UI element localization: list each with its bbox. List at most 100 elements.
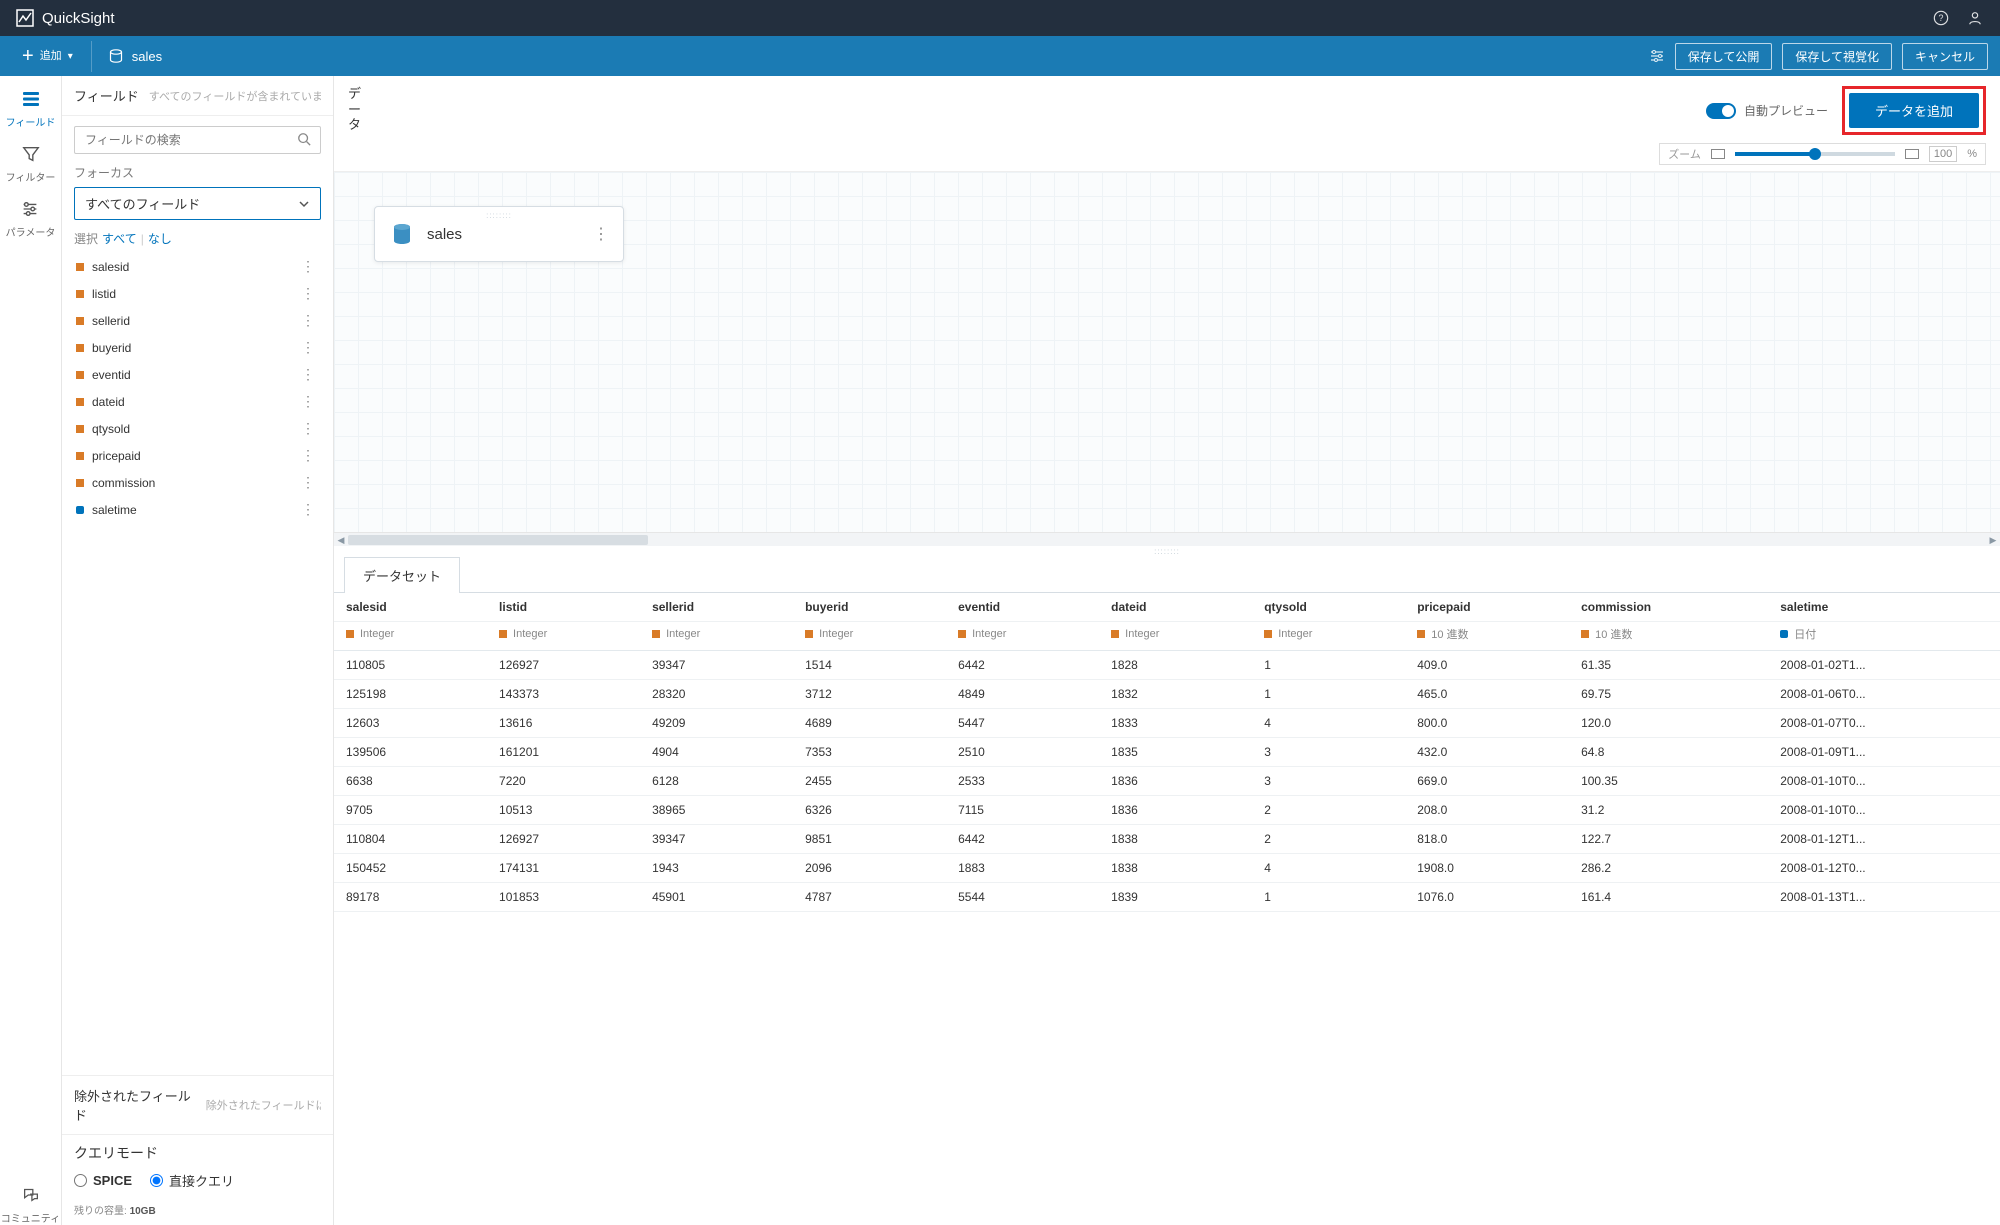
- save-publish-button[interactable]: 保存して公開: [1675, 43, 1773, 70]
- column-type: Integer: [334, 622, 487, 651]
- field-item[interactable]: pricepaid⋮: [68, 442, 327, 469]
- auto-preview-toggle[interactable]: [1706, 103, 1736, 119]
- hash-type-icon: [76, 263, 84, 271]
- field-search-input[interactable]: [74, 126, 321, 154]
- focus-select[interactable]: すべてのフィールド: [74, 187, 321, 220]
- field-item[interactable]: qtysold⋮: [68, 415, 327, 442]
- add-menu-button[interactable]: + 追加 ▾: [12, 41, 92, 72]
- query-mode-spice[interactable]: SPICE: [74, 1173, 132, 1188]
- diagram-h-scrollbar[interactable]: ◀ ▶: [334, 532, 2000, 546]
- column-header[interactable]: pricepaid: [1405, 593, 1569, 622]
- node-menu-icon[interactable]: ⋮: [593, 224, 609, 244]
- table-row[interactable]: 110804126927393479851644218382818.0122.7…: [334, 825, 2000, 854]
- parameters-icon: [19, 198, 41, 220]
- field-item[interactable]: sellerid⋮: [68, 307, 327, 334]
- excluded-subtitle: 除外されたフィールドは: [206, 1097, 321, 1113]
- tab-dataset[interactable]: データセット: [344, 557, 460, 593]
- table-row[interactable]: 6638722061282455253318363669.0100.352008…: [334, 767, 2000, 796]
- canvas-area: データ 自動プレビュー データを追加 ズーム 100 %: [334, 76, 2000, 1225]
- field-item[interactable]: salesid⋮: [68, 253, 327, 280]
- field-more-icon[interactable]: ⋮: [297, 447, 319, 464]
- column-header[interactable]: eventid: [946, 593, 1099, 622]
- scroll-left-icon[interactable]: ◀: [334, 533, 348, 547]
- fit-icon[interactable]: [1711, 149, 1725, 159]
- field-item[interactable]: commission⋮: [68, 469, 327, 496]
- column-header[interactable]: sellerid: [640, 593, 793, 622]
- rail-fields[interactable]: フィールド: [6, 88, 56, 129]
- column-type: Integer: [487, 622, 640, 651]
- table-row[interactable]: 13950616120149047353251018353432.064.820…: [334, 738, 2000, 767]
- select-none-link[interactable]: なし: [148, 230, 172, 247]
- field-item[interactable]: listid⋮: [68, 280, 327, 307]
- column-header[interactable]: salesid: [334, 593, 487, 622]
- field-more-icon[interactable]: ⋮: [297, 258, 319, 275]
- table-row[interactable]: 970510513389656326711518362208.031.22008…: [334, 796, 2000, 825]
- save-visualize-button[interactable]: 保存して視覚化: [1782, 43, 1892, 70]
- preview-tabs: データセット: [334, 556, 2000, 593]
- field-item[interactable]: dateid⋮: [68, 388, 327, 415]
- dataset-node[interactable]: :::::::: sales ⋮: [374, 206, 624, 262]
- field-more-icon[interactable]: ⋮: [297, 501, 319, 518]
- fields-icon: [20, 88, 42, 110]
- field-more-icon[interactable]: ⋮: [297, 312, 319, 329]
- query-mode-direct[interactable]: 直接クエリ: [150, 1171, 234, 1190]
- scroll-right-icon[interactable]: ▶: [1986, 533, 2000, 547]
- data-preview: salesidlistidselleridbuyerideventiddatei…: [334, 593, 2000, 1225]
- rail-community[interactable]: コミュニティ: [1, 1184, 60, 1225]
- hash-type-icon: [76, 371, 84, 379]
- table-row[interactable]: 150452174131194320961883183841908.0286.2…: [334, 854, 2000, 883]
- column-header[interactable]: qtysold: [1252, 593, 1405, 622]
- field-more-icon[interactable]: ⋮: [297, 420, 319, 437]
- community-icon: [20, 1184, 42, 1206]
- splitter-handle[interactable]: ::::::::: [334, 546, 2000, 556]
- field-more-icon[interactable]: ⋮: [297, 393, 319, 410]
- add-data-highlight: データを追加: [1842, 86, 1986, 135]
- column-type: 10 進数: [1405, 622, 1569, 651]
- zoom-frame-icon[interactable]: [1905, 149, 1919, 159]
- table-row[interactable]: 891781018534590147875544183911076.0161.4…: [334, 883, 2000, 912]
- table-row[interactable]: 110805126927393471514644218281409.061.35…: [334, 651, 2000, 680]
- column-header[interactable]: buyerid: [793, 593, 946, 622]
- field-item[interactable]: saletime⋮: [68, 496, 327, 523]
- select-all-link[interactable]: すべて: [102, 230, 137, 247]
- zoom-slider[interactable]: [1735, 152, 1895, 156]
- column-header[interactable]: dateid: [1099, 593, 1252, 622]
- hash-type-icon: [76, 344, 84, 352]
- field-more-icon[interactable]: ⋮: [297, 474, 319, 491]
- query-mode-title: クエリモード: [74, 1143, 321, 1163]
- dataset-breadcrumb[interactable]: sales: [108, 48, 162, 64]
- field-more-icon[interactable]: ⋮: [297, 366, 319, 383]
- field-panel-title: フィールド: [74, 86, 139, 105]
- svg-text:?: ?: [1939, 13, 1944, 23]
- database-icon: [108, 48, 124, 64]
- rail-filter[interactable]: フィルター: [6, 143, 56, 184]
- sliders-icon[interactable]: [1649, 48, 1665, 64]
- data-section-label: データ: [348, 86, 366, 133]
- cancel-button[interactable]: キャンセル: [1902, 43, 1988, 70]
- help-icon[interactable]: ?: [1932, 9, 1950, 27]
- column-header[interactable]: commission: [1569, 593, 1768, 622]
- drag-handle-icon[interactable]: ::::::::: [486, 211, 512, 220]
- table-row[interactable]: 125198143373283203712484918321465.069.75…: [334, 680, 2000, 709]
- join-diagram[interactable]: :::::::: sales ⋮: [334, 172, 2000, 532]
- field-more-icon[interactable]: ⋮: [297, 339, 319, 356]
- add-data-button[interactable]: データを追加: [1849, 93, 1979, 128]
- rail-parameters[interactable]: パラメータ: [6, 198, 56, 239]
- field-item[interactable]: buyerid⋮: [68, 334, 327, 361]
- column-type: Integer: [1099, 622, 1252, 651]
- column-header[interactable]: saletime: [1768, 593, 2000, 622]
- auto-preview-label: 自動プレビュー: [1744, 102, 1828, 119]
- topbar: QuickSight ?: [0, 0, 2000, 36]
- hash-type-icon: [76, 398, 84, 406]
- user-icon[interactable]: [1966, 9, 1984, 27]
- hash-type-icon: [76, 452, 84, 460]
- field-more-icon[interactable]: ⋮: [297, 285, 319, 302]
- field-item[interactable]: eventid⋮: [68, 361, 327, 388]
- table-row[interactable]: 1260313616492094689544718334800.0120.020…: [334, 709, 2000, 738]
- column-header[interactable]: listid: [487, 593, 640, 622]
- column-type: Integer: [946, 622, 1099, 651]
- zoom-control[interactable]: ズーム 100 %: [1659, 143, 1986, 165]
- scroll-thumb[interactable]: [348, 535, 648, 545]
- app-title: QuickSight: [42, 10, 115, 27]
- chevron-down-icon: [298, 198, 310, 210]
